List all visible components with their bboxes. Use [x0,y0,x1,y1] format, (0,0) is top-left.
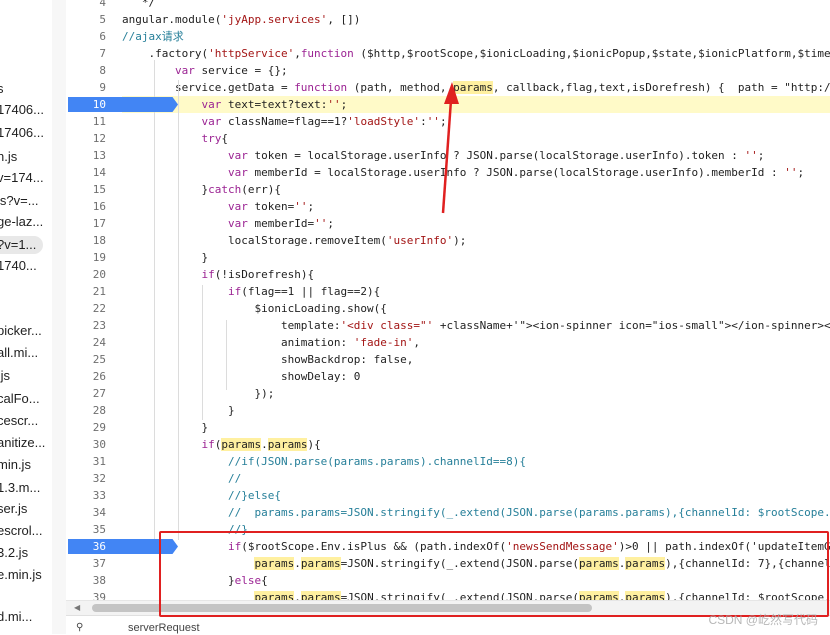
annotation-arrow [441,82,459,214]
watermark: CSDN @屹然写代码 [708,613,818,627]
